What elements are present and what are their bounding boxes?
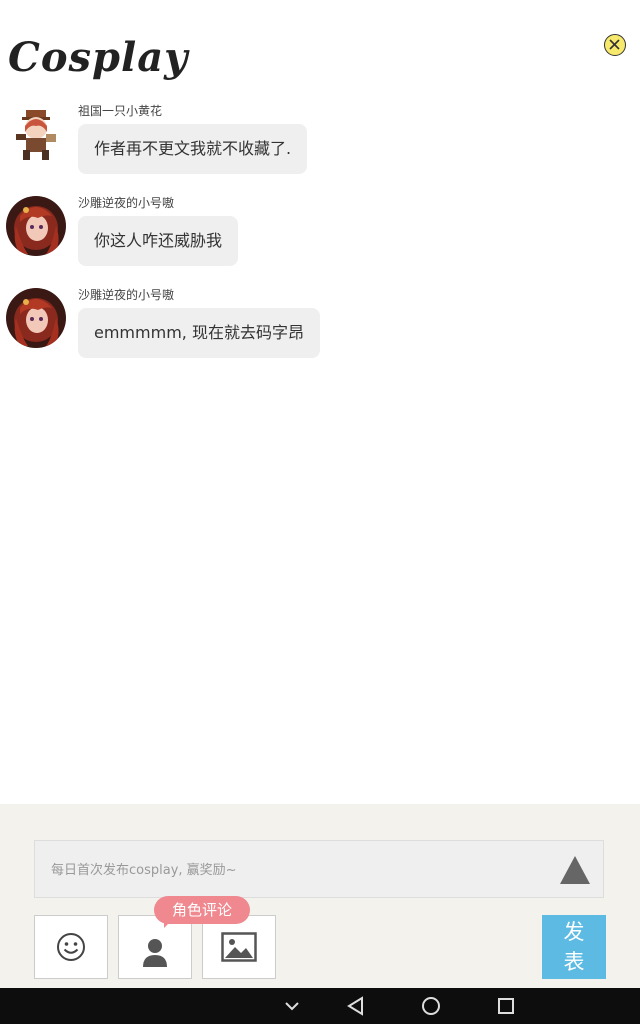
anime-girl-avatar bbox=[6, 288, 66, 348]
close-button[interactable] bbox=[604, 34, 626, 56]
comment-username[interactable]: 祖国一只小黄花 bbox=[78, 102, 162, 119]
anime-girl-avatar bbox=[6, 196, 66, 256]
back-button[interactable] bbox=[344, 994, 368, 1018]
comment-username[interactable]: 沙雕逆夜的小号嗷 bbox=[78, 286, 174, 303]
system-nav-bar bbox=[0, 988, 640, 1024]
image-icon bbox=[221, 932, 257, 962]
publish-button[interactable]: 发 表 bbox=[542, 915, 606, 979]
expand-button[interactable] bbox=[559, 854, 591, 886]
home-button[interactable] bbox=[419, 994, 443, 1018]
comment-username[interactable]: 沙雕逆夜的小号嗷 bbox=[78, 194, 174, 211]
comment-input[interactable] bbox=[49, 841, 533, 899]
avatar[interactable] bbox=[6, 104, 66, 164]
chevron-down-icon bbox=[285, 1002, 299, 1011]
role-comment-button[interactable] bbox=[118, 915, 192, 979]
page-title: Cosplay bbox=[8, 34, 189, 81]
home-icon bbox=[422, 997, 440, 1015]
chibi-character-avatar bbox=[16, 110, 56, 160]
avatar[interactable] bbox=[6, 196, 66, 256]
close-icon bbox=[609, 39, 620, 50]
comment-bubble: 你这人咋还威胁我 bbox=[78, 216, 239, 266]
hide-keyboard-button[interactable] bbox=[280, 994, 304, 1018]
image-button[interactable] bbox=[202, 915, 276, 979]
composer-panel: 角色评论 发 表 bbox=[0, 804, 640, 988]
comment-input-box[interactable] bbox=[34, 840, 604, 899]
person-icon bbox=[143, 939, 167, 968]
triangle-up-icon bbox=[560, 856, 590, 884]
recents-button[interactable] bbox=[494, 994, 518, 1018]
role-comment-badge: 角色评论 bbox=[154, 896, 250, 924]
back-icon bbox=[347, 996, 363, 1016]
publish-label-line2: 表 bbox=[563, 950, 585, 974]
comment-bubble: 作者再不更文我就不收藏了. bbox=[78, 124, 308, 174]
emoji-icon bbox=[57, 933, 85, 961]
publish-label-line1: 发 bbox=[563, 920, 585, 944]
recents-icon bbox=[498, 998, 514, 1014]
emoji-button[interactable] bbox=[34, 915, 108, 979]
avatar[interactable] bbox=[6, 288, 66, 348]
comment-bubble: emmmmm, 现在就去码字昂 bbox=[78, 308, 320, 358]
